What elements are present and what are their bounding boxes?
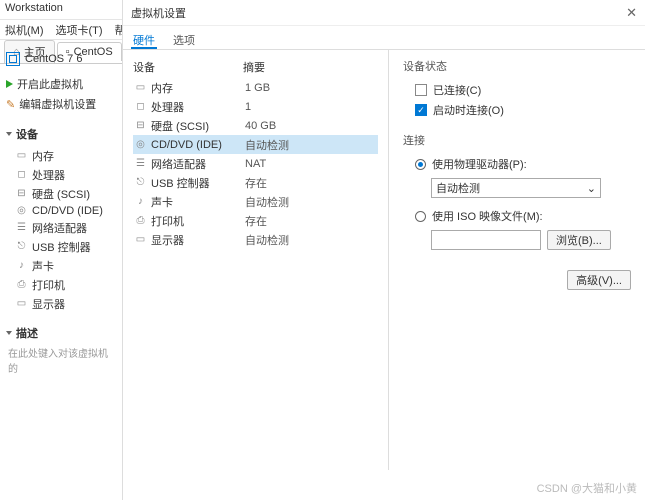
side-dev-disk[interactable]: ⊟硬盘 (SCSI): [6, 184, 116, 203]
edit-settings-link[interactable]: ✎编辑虚拟机设置: [6, 94, 116, 114]
row-cpu[interactable]: ◻处理器1: [133, 97, 378, 116]
side-dev-printer[interactable]: ⎙打印机: [6, 275, 116, 294]
desc-header[interactable]: 描述: [6, 325, 116, 341]
checkbox-icon: [415, 84, 427, 96]
dialog-tabs: 硬件 选项: [123, 26, 645, 50]
tab-hardware[interactable]: 硬件: [131, 29, 157, 49]
disk-icon: ⊟: [135, 120, 146, 131]
row-memory[interactable]: ▭内存1 GB: [133, 78, 378, 97]
gear-icon: ✎: [6, 98, 15, 111]
device-list-header: 设备 摘要: [133, 56, 378, 78]
radio-off-icon: [415, 211, 426, 222]
side-dev-cpu[interactable]: ◻处理器: [6, 165, 116, 184]
usb-icon: ⎋: [135, 177, 146, 188]
chevron-down-icon: ⌄: [587, 182, 596, 195]
menu-tabs[interactable]: 选项卡(T): [56, 22, 103, 37]
side-dev-sound[interactable]: ♪声卡: [6, 256, 116, 275]
devices-header[interactable]: 设备: [6, 126, 116, 142]
device-detail: 设备状态 已连接(C) ✓启动时连接(O) 连接 使用物理驱动器(P): 自动检…: [388, 50, 645, 470]
advanced-button[interactable]: 高级(V)...: [567, 270, 631, 290]
row-cd[interactable]: ◎CD/DVD (IDE)自动检测: [133, 135, 378, 154]
dialog-title: 虚拟机设置: [131, 5, 186, 21]
net-icon: ☰: [16, 222, 27, 233]
dialog-body: 设备 摘要 ▭内存1 GB ◻处理器1 ⊟硬盘 (SCSI)40 GB ◎CD/…: [123, 50, 645, 470]
device-list: 设备 摘要 ▭内存1 GB ◻处理器1 ⊟硬盘 (SCSI)40 GB ◎CD/…: [123, 50, 388, 470]
autoconnect-checkbox[interactable]: ✓启动时连接(O): [403, 100, 631, 120]
vm-title: CentOS 7 6: [6, 48, 116, 74]
play-icon: [6, 80, 13, 88]
cpu-icon: ◻: [16, 169, 27, 180]
status-group: 设备状态: [403, 58, 631, 74]
side-dev-net[interactable]: ☰网络适配器: [6, 218, 116, 237]
memory-icon: ▭: [16, 150, 27, 161]
checkbox-checked-icon: ✓: [415, 104, 427, 116]
side-dev-usb[interactable]: ⎋USB 控制器: [6, 237, 116, 256]
vm-icon: [6, 52, 20, 66]
side-dev-memory[interactable]: ▭内存: [6, 146, 116, 165]
side-dev-display[interactable]: ▭显示器: [6, 294, 116, 313]
connected-checkbox[interactable]: 已连接(C): [403, 80, 631, 100]
cpu-icon: ◻: [135, 101, 146, 112]
radio-on-icon: [415, 159, 426, 170]
use-iso-radio[interactable]: 使用 ISO 映像文件(M):: [403, 206, 631, 226]
settings-dialog: 虚拟机设置 ✕ 硬件 选项 设备 摘要 ▭内存1 GB ◻处理器1 ⊟硬盘 (S…: [122, 0, 645, 500]
sound-icon: ♪: [16, 260, 27, 271]
side-dev-cd[interactable]: ◎CD/DVD (IDE): [6, 203, 116, 218]
cd-icon: ◎: [135, 139, 146, 150]
left-pane: CentOS 7 6 开启此虚拟机 ✎编辑虚拟机设置 设备 ▭内存 ◻处理器 ⊟…: [0, 44, 122, 500]
watermark: CSDN @大猫和小黄: [537, 480, 637, 496]
power-on-link[interactable]: 开启此虚拟机: [6, 74, 116, 94]
row-display[interactable]: ▭显示器自动检测: [133, 230, 378, 249]
printer-icon: ⎙: [16, 279, 27, 290]
tab-options[interactable]: 选项: [171, 29, 197, 49]
printer-icon: ⎙: [135, 215, 146, 226]
row-printer[interactable]: ⎙打印机存在: [133, 211, 378, 230]
close-icon[interactable]: ✕: [626, 5, 637, 21]
menu-vm[interactable]: 拟机(M): [5, 22, 44, 37]
net-icon: ☰: [135, 158, 146, 169]
row-net[interactable]: ☰网络适配器NAT: [133, 154, 378, 173]
dialog-titlebar: 虚拟机设置 ✕: [123, 0, 645, 26]
cd-icon: ◎: [16, 205, 27, 216]
display-icon: ▭: [16, 298, 27, 309]
memory-icon: ▭: [135, 82, 146, 93]
row-sound[interactable]: ♪声卡自动检测: [133, 192, 378, 211]
disk-icon: ⊟: [16, 188, 27, 199]
iso-path-input[interactable]: [431, 230, 541, 250]
sound-icon: ♪: [135, 196, 146, 207]
browse-button[interactable]: 浏览(B)...: [547, 230, 611, 250]
physical-drive-select[interactable]: 自动检测⌄: [431, 178, 601, 198]
use-physical-radio[interactable]: 使用物理驱动器(P):: [403, 154, 631, 174]
caret-icon: [6, 132, 12, 136]
caret-icon: [6, 331, 12, 335]
row-disk[interactable]: ⊟硬盘 (SCSI)40 GB: [133, 116, 378, 135]
row-usb[interactable]: ⎋USB 控制器存在: [133, 173, 378, 192]
connection-group: 连接: [403, 132, 631, 148]
desc-placeholder[interactable]: 在此处键入对该虚拟机的: [6, 345, 116, 375]
app-title: Workstation: [5, 2, 63, 17]
display-icon: ▭: [135, 234, 146, 245]
usb-icon: ⎋: [16, 241, 27, 252]
